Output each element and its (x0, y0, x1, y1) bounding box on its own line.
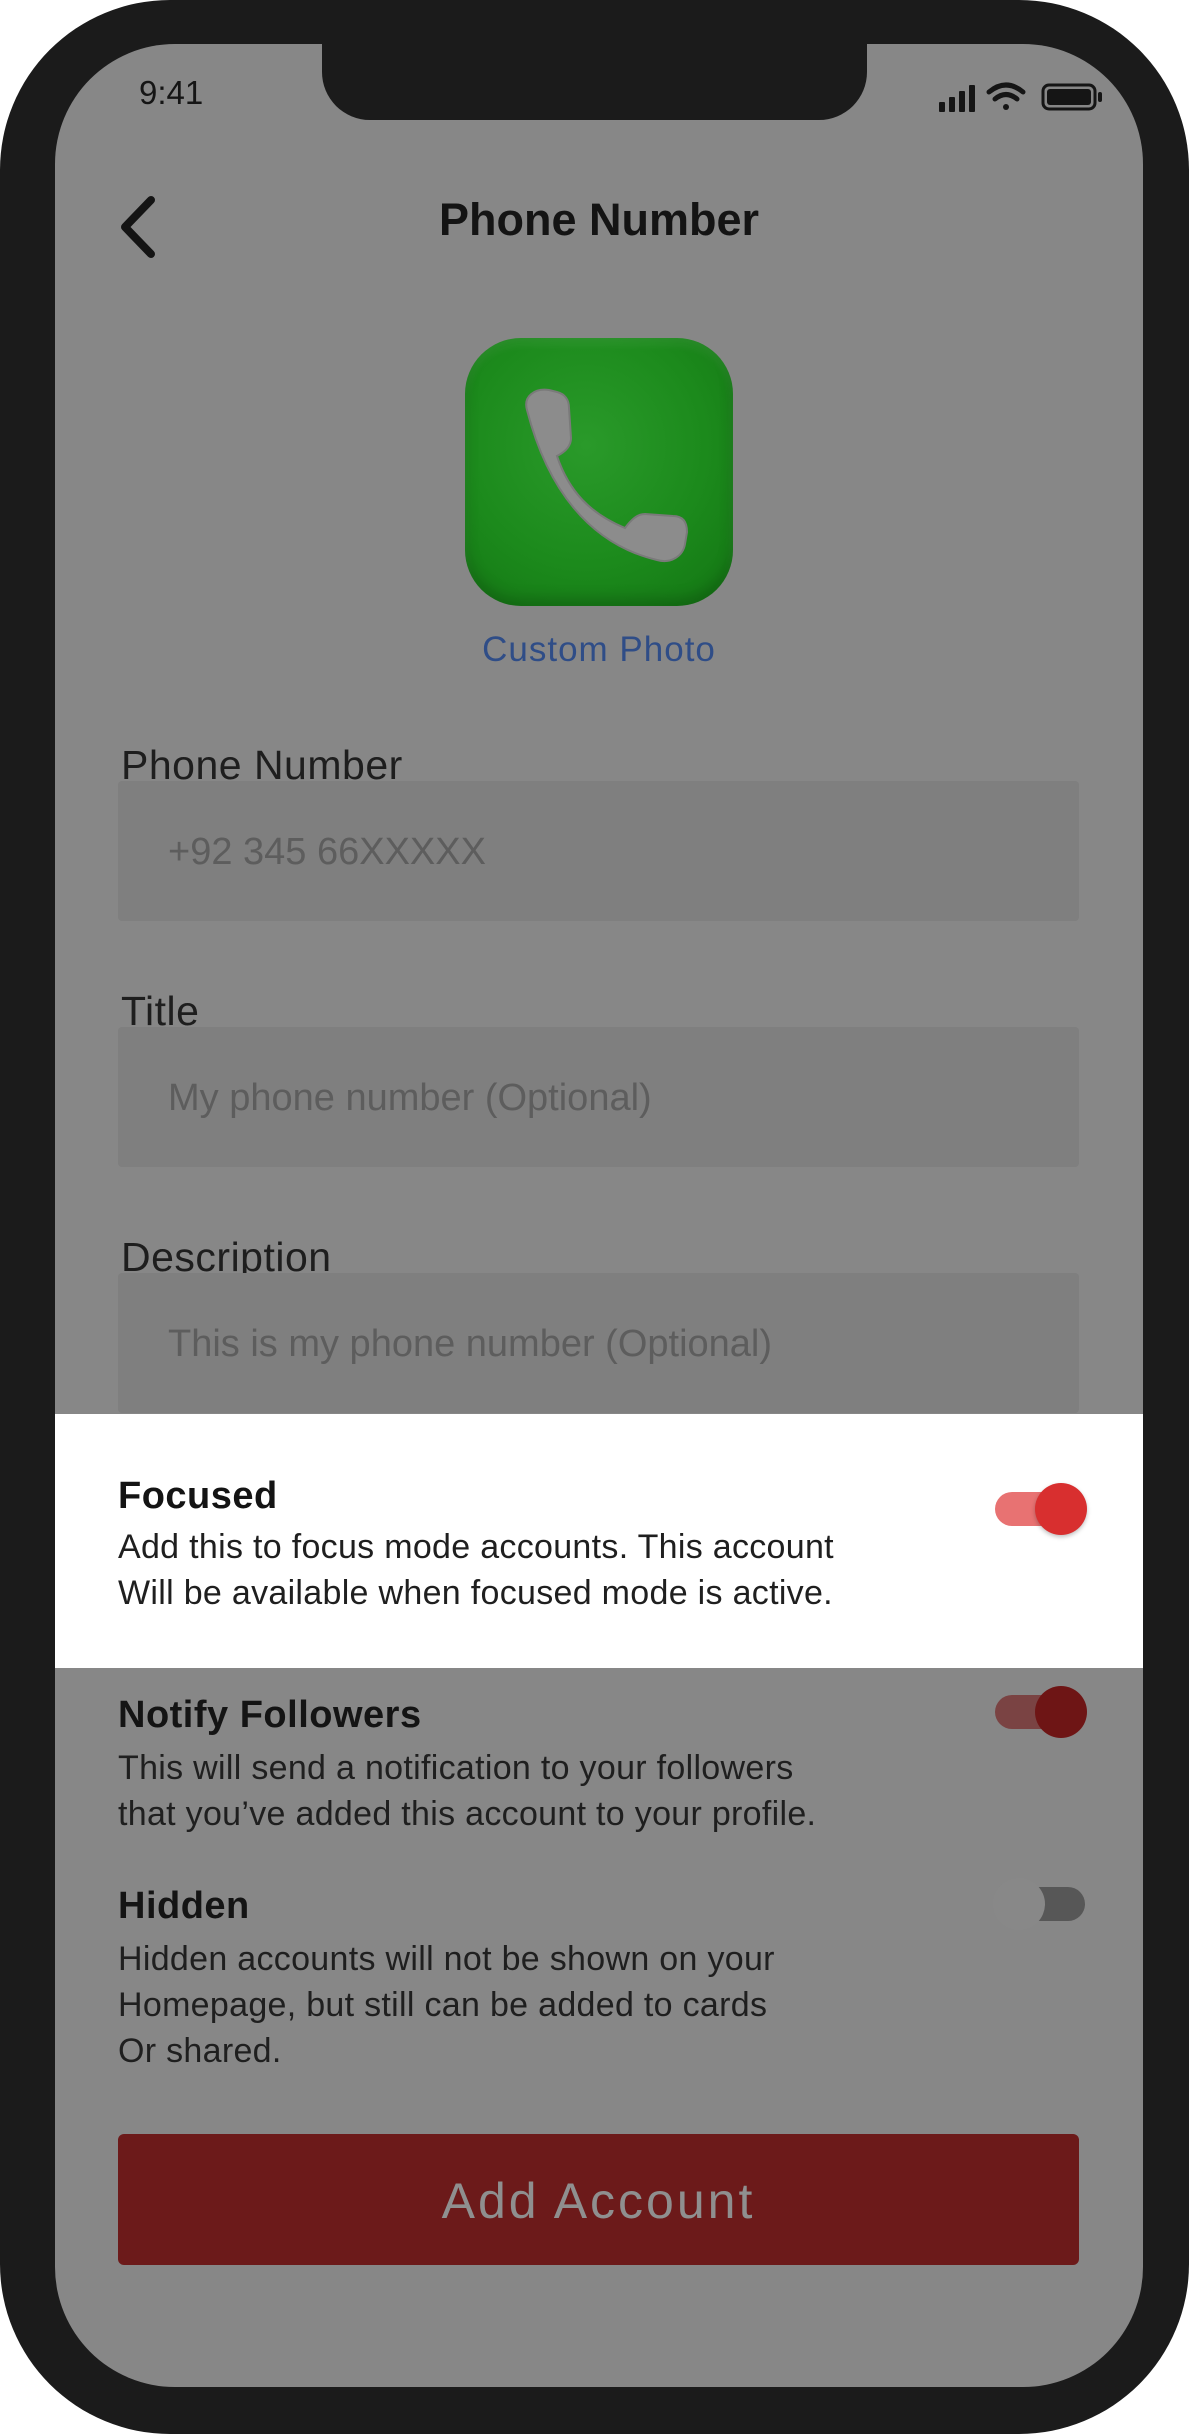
description-placeholder: This is my phone number (Optional) (168, 1323, 773, 1365)
hidden-title: Hidden (118, 1885, 250, 1927)
notify-followers-description-line: This will send a notification to your fo… (118, 1749, 794, 1787)
description-input[interactable]: This is my phone number (Optional) (118, 1273, 1079, 1413)
wifi-icon (986, 82, 1026, 110)
hidden-description-line: Homepage, but still can be added to card… (118, 1986, 768, 2024)
cellular-signal-icon (939, 85, 975, 112)
notch (322, 44, 867, 120)
phone-frame: 9:41 Phone Number Custom Photo Phone Num… (0, 0, 1189, 2434)
focused-description-line: Add this to focus mode accounts. This ac… (118, 1528, 834, 1566)
phone-handset-icon (525, 388, 689, 562)
focused-description-line: Will be available when focused mode is a… (118, 1574, 833, 1612)
screen: 9:41 Phone Number Custom Photo Phone Num… (55, 44, 1143, 2387)
notify-followers-title: Notify Followers (118, 1694, 422, 1736)
volume-up-button (0, 478, 2, 628)
notify-followers-toggle[interactable] (995, 1686, 1087, 1738)
add-account-label: Add Account (441, 2173, 756, 2229)
toggle-knob (1035, 1686, 1087, 1738)
phone-app-icon[interactable] (465, 338, 733, 606)
hidden-toggle[interactable] (993, 1878, 1085, 1930)
hidden-description-line: Hidden accounts will not be shown on you… (118, 1940, 775, 1978)
notify-followers-description-line: that you’ve added this account to your p… (118, 1795, 817, 1833)
page-title: Phone Number (438, 194, 760, 245)
add-account-button[interactable]: Add Account (118, 2134, 1079, 2265)
battery-icon (1041, 83, 1102, 111)
focused-title: Focused (118, 1475, 278, 1517)
title-placeholder: My phone number (Optional) (168, 1077, 652, 1119)
title-input[interactable]: My phone number (Optional) (118, 1027, 1079, 1167)
status-icons (939, 82, 1102, 112)
notify-followers-description: This will send a notification to your fo… (118, 1745, 978, 1837)
toggle-knob (993, 1878, 1045, 1930)
volume-down-button (0, 656, 2, 806)
phone-number-input[interactable]: +92 345 66XXXXX (118, 781, 1079, 921)
phone-number-placeholder: +92 345 66XXXXX (168, 831, 486, 873)
hidden-description: Hidden accounts will not be shown on you… (118, 1936, 978, 2074)
focused-toggle[interactable] (995, 1483, 1087, 1535)
mute-switch (0, 318, 2, 406)
power-button (1179, 478, 1189, 718)
focused-option-card: Focused Add this to focus mode accounts.… (55, 1414, 1143, 1668)
custom-photo-link[interactable]: Custom Photo (55, 630, 1143, 670)
status-time: 9:41 (139, 74, 204, 111)
toggle-knob (1035, 1483, 1087, 1535)
focused-description: Add this to focus mode accounts. This ac… (118, 1524, 978, 1616)
hidden-description-line: Or shared. (118, 2032, 282, 2070)
